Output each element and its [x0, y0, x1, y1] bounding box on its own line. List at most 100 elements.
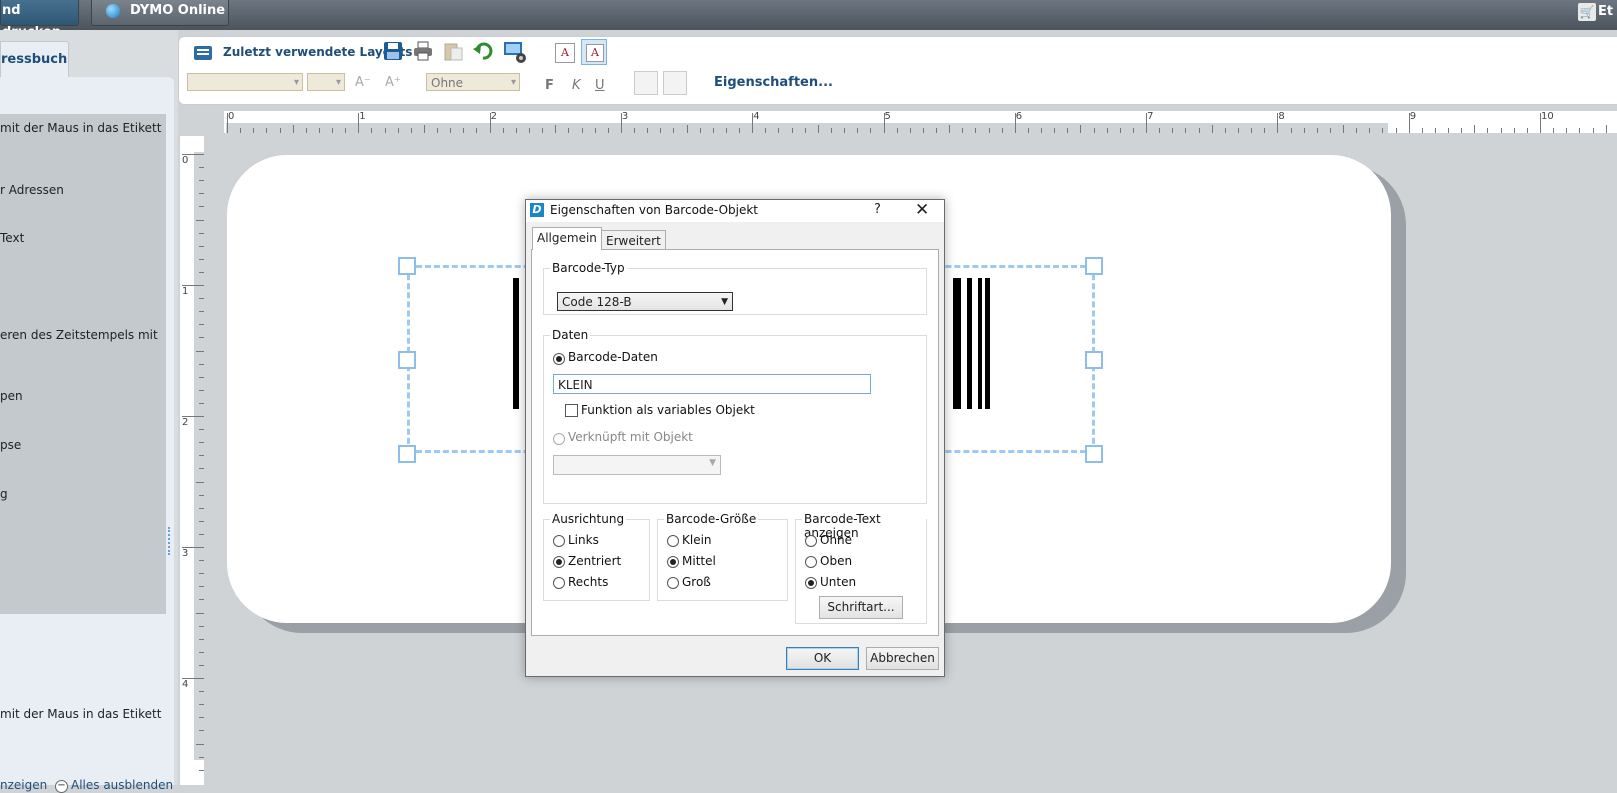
size-small-radio[interactable] [667, 535, 679, 547]
align-right-radio[interactable] [553, 577, 565, 589]
screen-capture-icon[interactable] [503, 40, 527, 64]
underline-button[interactable]: U [595, 78, 605, 93]
undo-icon[interactable] [473, 41, 493, 61]
ruler-tick [199, 599, 204, 601]
text-style-toggle[interactable]: A [581, 39, 607, 65]
ruler-tick [292, 125, 294, 133]
alignment-group-title: Ausrichtung [550, 512, 627, 526]
text-top-radio[interactable] [805, 556, 817, 568]
ruler-tick [1303, 128, 1305, 133]
left-text-7[interactable]: g [0, 487, 8, 501]
ruler-tick [196, 219, 204, 221]
font-family-dropdown[interactable] [187, 73, 303, 92]
dialog-title: Eigenschaften von Barcode-Objekt [550, 203, 759, 217]
size-medium-radio[interactable] [667, 556, 679, 568]
dialog-title-bar[interactable]: D Eigenschaften von Barcode-Objekt ? ✕ [526, 200, 944, 222]
ruler-tick [450, 128, 452, 133]
tab-advanced[interactable]: Erweitert [601, 230, 666, 250]
ruler-tick [410, 128, 412, 133]
ruler-tick [182, 154, 204, 155]
ruler-tick [199, 704, 204, 706]
left-text-6[interactable]: pse [0, 438, 21, 452]
text-object-icon[interactable]: A [555, 43, 575, 63]
ruler-tick [542, 128, 544, 133]
ruler-tick [791, 128, 793, 133]
ruler-tick [1067, 128, 1069, 133]
ruler-tick [581, 128, 583, 133]
print-button[interactable]: nd drucken [0, 0, 79, 40]
barcode-data-input[interactable]: KLEIN [553, 374, 871, 394]
ruler-tick [1198, 128, 1200, 133]
cancel-button[interactable]: Abbrechen [866, 647, 939, 670]
font-button[interactable]: Schriftart... [819, 596, 903, 619]
ruler-tick [1500, 128, 1502, 133]
ruler-tick [1434, 128, 1436, 133]
font-size-dropdown[interactable] [307, 73, 345, 92]
dymo-online-label: DYMO Online [130, 3, 226, 18]
resize-handle-top-left[interactable] [398, 257, 416, 275]
linked-object-select[interactable] [553, 455, 721, 475]
barcode-type-group-title: Barcode-Typ [550, 261, 627, 275]
ruler-tick [647, 128, 649, 133]
paste-icon[interactable] [443, 41, 463, 61]
help-button[interactable]: ? [874, 202, 881, 217]
ruler-tick [199, 560, 204, 562]
ruler-tick [240, 128, 242, 133]
top-right-label[interactable]: Et [1598, 4, 1613, 19]
decrease-font-icon[interactable]: A⁻ [355, 75, 371, 90]
tab-general[interactable]: Allgemein [532, 227, 602, 250]
text-bottom-radio[interactable] [805, 577, 817, 589]
close-icon[interactable]: ✕ [915, 200, 929, 220]
resize-handle-bottom-right[interactable] [1085, 445, 1103, 463]
italic-button[interactable]: K [572, 78, 581, 93]
ruler-tick [1159, 128, 1161, 133]
ruler-tick [199, 769, 204, 771]
size-large-radio[interactable] [667, 577, 679, 589]
resize-handle-bottom-left[interactable] [398, 445, 416, 463]
ruler-tick [1605, 125, 1607, 133]
panel-splitter[interactable] [168, 527, 173, 555]
ruler-tick [182, 285, 204, 286]
ruler-tick [922, 128, 924, 133]
align-center-radio[interactable] [553, 556, 565, 568]
linked-object-label: Verknüpft mit Objekt [568, 430, 693, 444]
dymo-online-button[interactable]: DYMO Online [91, 0, 229, 26]
ruler-tick [778, 128, 780, 133]
ruler-tick [1343, 125, 1345, 133]
show-all-link[interactable]: nzeigen [0, 778, 47, 792]
align-vertical-icon[interactable] [634, 71, 658, 95]
text-none-radio[interactable] [805, 535, 817, 547]
save-icon[interactable] [383, 41, 403, 61]
barcode-type-select[interactable]: Code 128-B [557, 292, 733, 312]
ruler-tick [196, 743, 204, 745]
variable-object-checkbox[interactable] [565, 404, 578, 417]
border-dropdown[interactable]: Ohne [426, 73, 520, 92]
cart-icon[interactable]: 🛒 [1578, 3, 1596, 21]
layouts-icon[interactable] [193, 43, 213, 63]
resize-handle-top-right[interactable] [1085, 257, 1103, 275]
ruler-tick [371, 128, 373, 133]
linked-object-radio[interactable] [553, 433, 565, 445]
align-left-radio[interactable] [553, 535, 565, 547]
align-horizontal-icon[interactable] [663, 71, 687, 95]
left-text-2[interactable]: r Adressen [0, 183, 64, 197]
resize-handle-left[interactable] [398, 351, 416, 369]
tab-address-book[interactable]: ressbuch [0, 41, 69, 78]
ok-button[interactable]: OK [786, 647, 859, 670]
ruler-tick [844, 128, 846, 133]
text-none-label: Ohne [820, 533, 853, 547]
properties-link[interactable]: Eigenschaften... [714, 75, 833, 90]
ruler-tick [830, 128, 832, 133]
barcode-data-radio[interactable] [553, 353, 565, 365]
ruler-tick [1119, 128, 1121, 133]
left-text-5[interactable]: pen [0, 389, 23, 403]
ruler-tick [1592, 128, 1594, 133]
left-text-4[interactable]: eren des Zeitstempels mit [0, 328, 158, 342]
hide-all-link[interactable]: Alles ausblenden [71, 778, 173, 792]
resize-handle-right[interactable] [1085, 351, 1103, 369]
bold-button[interactable]: F [545, 78, 554, 93]
print-icon[interactable] [413, 41, 433, 61]
increase-font-icon[interactable]: A⁺ [385, 75, 401, 90]
left-text-3[interactable]: Text [0, 231, 24, 245]
ruler-tick [1014, 113, 1016, 133]
